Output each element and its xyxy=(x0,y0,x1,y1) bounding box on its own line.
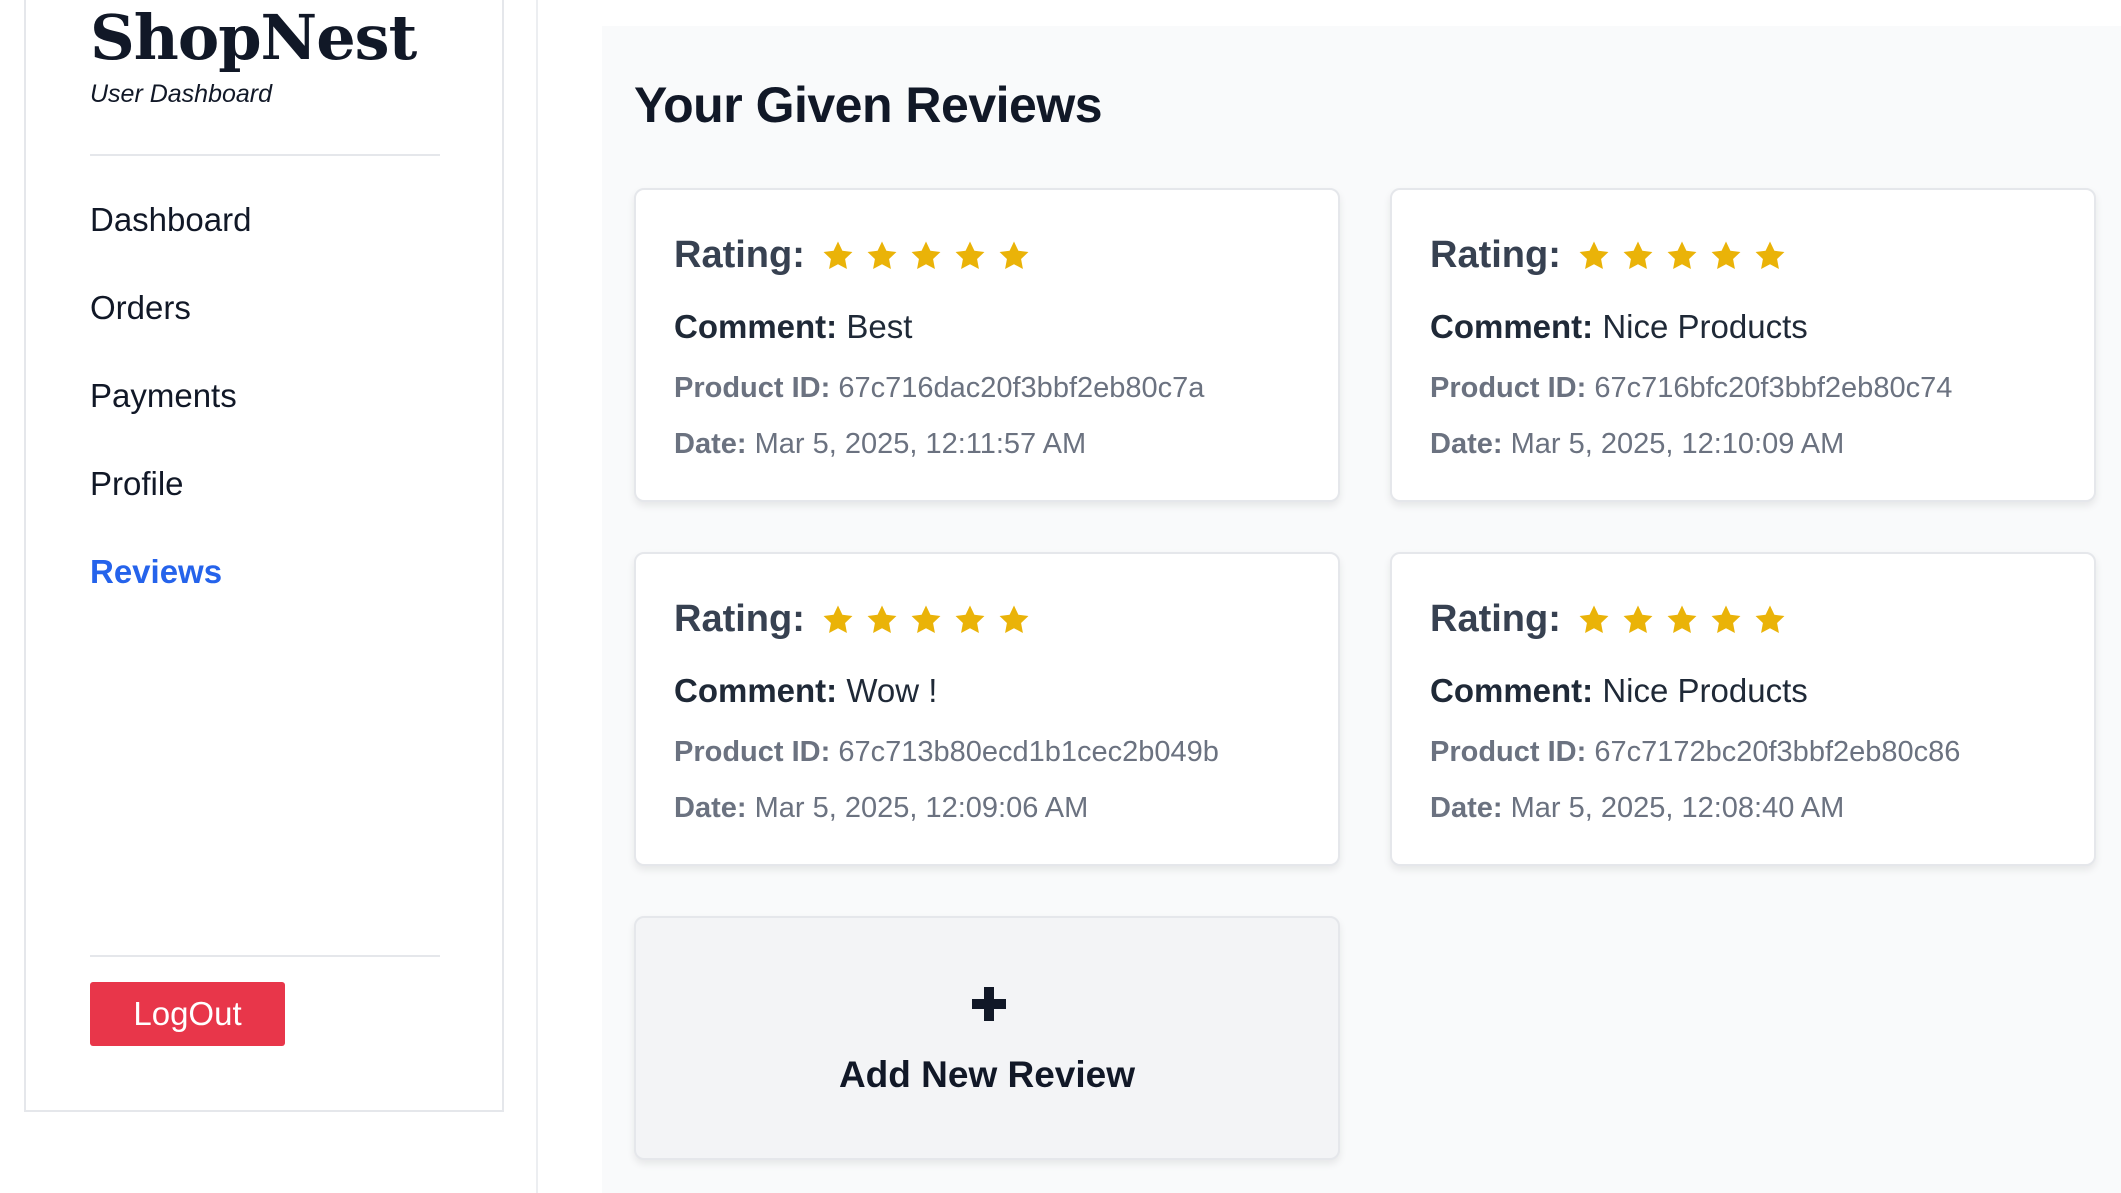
comment-label: Comment: xyxy=(674,672,838,709)
comment-label: Comment: xyxy=(1430,308,1594,345)
comment-text: Nice Products xyxy=(1602,308,1808,345)
star-icon xyxy=(823,605,853,633)
logout-button[interactable]: LogOut xyxy=(90,982,285,1046)
main-content: Your Given Reviews Rating: Comment: Best… xyxy=(602,26,2121,1193)
sidebar-item-dashboard[interactable]: Dashboard xyxy=(90,190,251,278)
product-id-row: Product ID: 67c716dac20f3bbf2eb80c7a xyxy=(674,372,1204,405)
comment-row: Comment: Nice Products xyxy=(1430,308,1808,346)
star-icon xyxy=(867,605,897,633)
rating-row: Rating: xyxy=(674,234,1031,277)
review-card: Rating: Comment: Wow ! Product ID: 67c71… xyxy=(634,552,1340,866)
sidebar-divider-top xyxy=(90,154,440,156)
date-row: Date: Mar 5, 2025, 12:09:06 AM xyxy=(674,792,1088,825)
product-id-row: Product ID: 67c713b80ecd1b1cec2b049b xyxy=(674,736,1219,769)
comment-text: Wow ! xyxy=(846,672,938,709)
date-row: Date: Mar 5, 2025, 12:11:57 AM xyxy=(674,428,1086,461)
rating-row: Rating: xyxy=(674,598,1031,641)
star-icon xyxy=(911,605,941,633)
star-icon xyxy=(911,241,941,269)
star-rating xyxy=(821,239,1031,273)
date-row: Date: Mar 5, 2025, 12:08:40 AM xyxy=(1430,792,1844,825)
product-id-label: Product ID: xyxy=(674,372,831,404)
star-icon xyxy=(1755,605,1785,633)
date-value: Mar 5, 2025, 12:08:40 AM xyxy=(1510,792,1845,824)
star-icon xyxy=(999,241,1029,269)
date-label: Date: xyxy=(1430,428,1503,460)
plus-icon xyxy=(972,987,1006,1021)
rating-label: Rating: xyxy=(674,598,805,640)
date-value: Mar 5, 2025, 12:11:57 AM xyxy=(754,428,1087,460)
review-card: Rating: Comment: Best Product ID: 67c716… xyxy=(634,188,1340,502)
product-id-label: Product ID: xyxy=(1430,736,1587,768)
comment-text: Best xyxy=(846,308,913,345)
sidebar-item-profile[interactable]: Profile xyxy=(90,454,251,542)
star-icon xyxy=(1667,241,1697,269)
star-icon xyxy=(1579,241,1609,269)
date-label: Date: xyxy=(1430,792,1503,824)
date-label: Date: xyxy=(674,792,747,824)
star-icon xyxy=(999,605,1029,633)
product-id-value: 67c716dac20f3bbf2eb80c7a xyxy=(838,372,1205,404)
comment-row: Comment: Wow ! xyxy=(674,672,937,710)
product-id-label: Product ID: xyxy=(1430,372,1587,404)
product-id-row: Product ID: 67c7172bc20f3bbf2eb80c86 xyxy=(1430,736,1960,769)
comment-label: Comment: xyxy=(674,308,838,345)
comment-row: Comment: Nice Products xyxy=(1430,672,1808,710)
product-id-value: 67c716bfc20f3bbf2eb80c74 xyxy=(1594,372,1953,404)
rating-row: Rating: xyxy=(1430,234,1787,277)
sidebar: ShopNest User Dashboard Dashboard Orders… xyxy=(24,0,504,1112)
rating-label: Rating: xyxy=(1430,598,1561,640)
date-label: Date: xyxy=(674,428,747,460)
star-icon xyxy=(955,241,985,269)
comment-row: Comment: Best xyxy=(674,308,912,346)
review-card: Rating: Comment: Nice Products Product I… xyxy=(1390,552,2096,866)
star-icon xyxy=(867,241,897,269)
star-icon xyxy=(955,605,985,633)
star-icon xyxy=(1711,605,1741,633)
product-id-row: Product ID: 67c716bfc20f3bbf2eb80c74 xyxy=(1430,372,1952,405)
sidebar-item-reviews[interactable]: Reviews xyxy=(90,542,251,630)
product-id-value: 67c713b80ecd1b1cec2b049b xyxy=(838,736,1219,768)
add-review-label: Add New Review xyxy=(838,1054,1136,1095)
star-icon xyxy=(1623,241,1653,269)
brand-logo[interactable]: ShopNest xyxy=(90,0,417,76)
page-title: Your Given Reviews xyxy=(634,77,1103,133)
star-icon xyxy=(1755,241,1785,269)
star-rating xyxy=(1577,603,1787,637)
comment-text: Nice Products xyxy=(1602,672,1808,709)
star-icon xyxy=(1667,605,1697,633)
star-icon xyxy=(1579,605,1609,633)
star-icon xyxy=(823,241,853,269)
review-card: Rating: Comment: Nice Products Product I… xyxy=(1390,188,2096,502)
sidebar-nav: Dashboard Orders Payments Profile Review… xyxy=(90,190,251,630)
product-id-value: 67c7172bc20f3bbf2eb80c86 xyxy=(1594,736,1961,768)
sidebar-item-payments[interactable]: Payments xyxy=(90,366,251,454)
rating-row: Rating: xyxy=(1430,598,1787,641)
star-rating xyxy=(1577,239,1787,273)
rating-label: Rating: xyxy=(1430,234,1561,276)
star-icon xyxy=(1623,605,1653,633)
rating-label: Rating: xyxy=(674,234,805,276)
product-id-label: Product ID: xyxy=(674,736,831,768)
date-value: Mar 5, 2025, 12:09:06 AM xyxy=(754,792,1089,824)
brand-subtitle: User Dashboard xyxy=(90,80,273,108)
comment-label: Comment: xyxy=(1430,672,1594,709)
date-value: Mar 5, 2025, 12:10:09 AM xyxy=(1510,428,1845,460)
column-divider xyxy=(536,0,538,1193)
sidebar-divider-bottom xyxy=(90,955,440,957)
star-icon xyxy=(1711,241,1741,269)
star-rating xyxy=(821,603,1031,637)
date-row: Date: Mar 5, 2025, 12:10:09 AM xyxy=(1430,428,1844,461)
sidebar-item-orders[interactable]: Orders xyxy=(90,278,251,366)
brand: ShopNest User Dashboard xyxy=(90,0,417,109)
add-review-card[interactable]: Add New Review xyxy=(634,916,1340,1160)
